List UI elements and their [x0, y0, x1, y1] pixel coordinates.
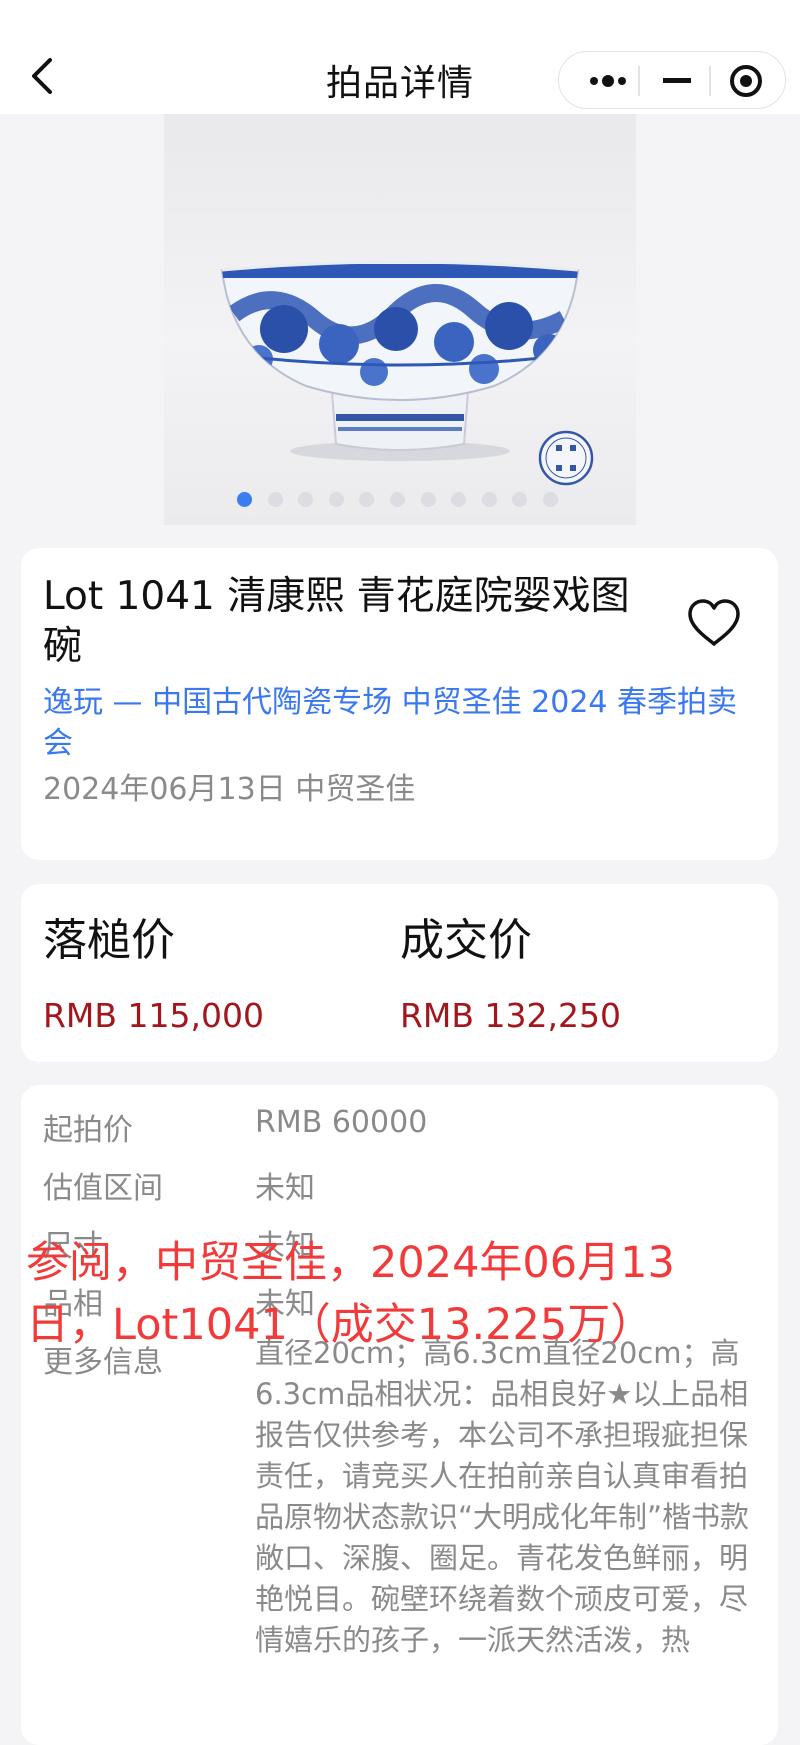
- carousel-dot[interactable]: [267, 492, 283, 507]
- carousel-dot[interactable]: [237, 492, 252, 507]
- reference-caption-overlay: 参阅，中贸圣佳，2024年06月13日，Lot1041（成交13.225万）: [26, 1238, 675, 1350]
- lot-info-card: Lot 1041 清康熙 青花庭院婴戏图碗 逸玩 — 中国古代陶瓷专场 中贸圣佳…: [21, 548, 778, 860]
- mini-program-capsule: [558, 51, 786, 109]
- carousel-indicators: [237, 492, 558, 507]
- image-carousel[interactable]: [164, 114, 636, 525]
- heart-icon[interactable]: [686, 598, 742, 650]
- lot-date-house: 2024年06月13日 中贸圣佳: [43, 772, 416, 807]
- carousel-dot[interactable]: [481, 492, 497, 507]
- target-circle-icon[interactable]: [711, 52, 781, 110]
- start-price-value: RMB 60000: [255, 1105, 428, 1140]
- navigation-bar: 拍品详情: [0, 0, 800, 114]
- lot-title: Lot 1041 清康熙 青花庭院婴戏图碗: [43, 574, 630, 669]
- carousel-dot[interactable]: [389, 492, 405, 507]
- hammer-price-label: 落槌价: [43, 915, 175, 966]
- start-price-label: 起拍价: [43, 1113, 133, 1148]
- carousel-dot[interactable]: [512, 492, 528, 507]
- price-card: 落槌价 RMB 115,000 成交价 RMB 132,250: [21, 884, 778, 1062]
- carousel-dot[interactable]: [542, 492, 558, 507]
- porcelain-bowl-image: [220, 260, 594, 486]
- carousel-dot[interactable]: [328, 492, 344, 507]
- deal-price-value: RMB 132,250: [400, 996, 621, 1035]
- carousel-dot[interactable]: [359, 492, 375, 507]
- carousel-dot[interactable]: [420, 492, 436, 507]
- carousel-dot[interactable]: [451, 492, 467, 507]
- carousel-dot[interactable]: [298, 492, 314, 507]
- more-dots-icon[interactable]: [573, 52, 643, 110]
- minus-icon[interactable]: [642, 52, 712, 110]
- details-card: 起拍价 RMB 60000 估值区间 未知 尺寸 未知 品相 未知 更多信息 直…: [21, 1085, 778, 1745]
- deal-price-label: 成交价: [400, 915, 532, 966]
- estimate-label: 估值区间: [43, 1171, 163, 1206]
- auction-session-link[interactable]: 逸玩 — 中国古代陶瓷专场 中贸圣佳 2024 春季拍卖会: [43, 682, 743, 764]
- more-info-value: 直径20cm；高6.3cm直径20cm；高6.3cm品相状况：品相良好★以上品相…: [255, 1336, 750, 1657]
- capsule-divider: [638, 66, 640, 96]
- estimate-value: 未知: [255, 1171, 315, 1206]
- hammer-price-value: RMB 115,000: [43, 996, 264, 1035]
